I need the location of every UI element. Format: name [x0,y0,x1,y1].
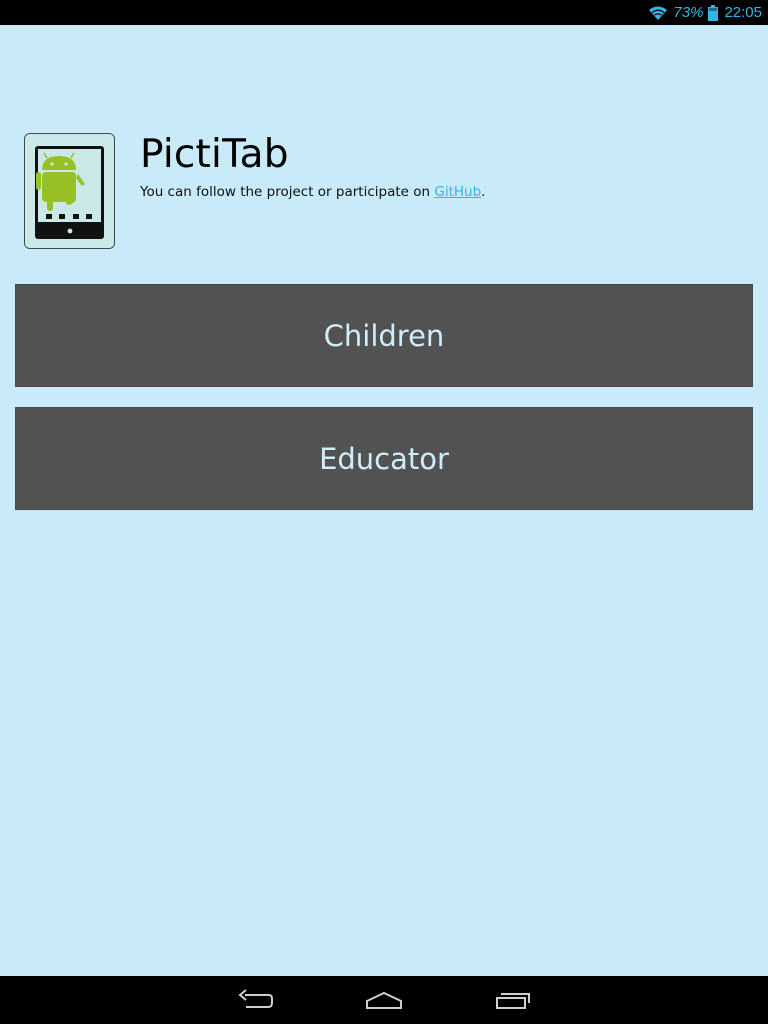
app-header: PictiTab You can follow the project or p… [24,133,744,251]
recent-apps-icon[interactable] [493,988,533,1012]
subtitle-suffix: . [481,184,486,200]
status-clock: 22:05 [724,4,762,21]
battery-percent: 73% [673,4,704,21]
app-content: PictiTab You can follow the project or p… [0,25,768,976]
battery-icon [708,4,719,21]
status-indicators: 73% 22:05 [648,4,762,21]
back-icon[interactable] [236,988,276,1012]
educator-button[interactable]: Educator [15,407,753,510]
home-icon[interactable] [364,988,404,1012]
subtitle-text: You can follow the project or participat… [140,184,435,200]
navigation-bar [0,976,768,1024]
github-link[interactable]: GitHub [434,184,481,200]
app-title: PictiTab [140,132,289,177]
pictitab-logo-icon [24,133,115,249]
status-bar: 73% 22:05 [0,0,768,25]
app-subtitle: You can follow the project or participat… [140,183,485,201]
children-button[interactable]: Children [15,284,753,387]
wifi-icon [649,6,668,20]
